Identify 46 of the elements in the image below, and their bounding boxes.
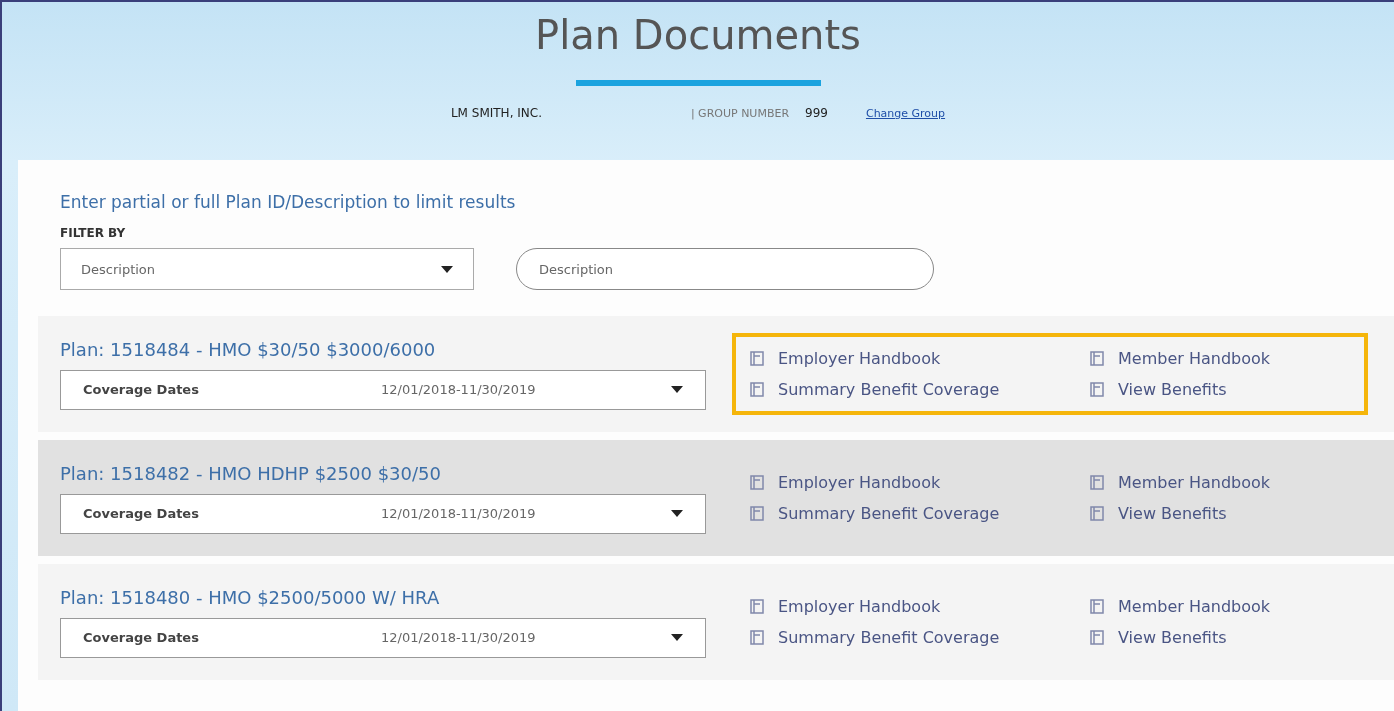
caret-icon <box>671 510 683 517</box>
group-number: 999 <box>805 106 828 120</box>
document-link[interactable]: Member Handbook <box>1090 597 1350 616</box>
group-number-label: | GROUP NUMBER <box>690 106 790 120</box>
document-link[interactable]: Member Handbook <box>1090 473 1350 492</box>
page-title: Plan Documents <box>535 12 861 58</box>
plan-title: Plan: 1518480 - HMO $2500/5000 W/ HRA <box>60 586 441 608</box>
document-link[interactable]: Summary Benefit Coverage <box>750 504 1090 523</box>
document-link[interactable]: Employer Handbook <box>750 349 1090 368</box>
search-field[interactable]: Description <box>516 248 934 290</box>
document-icon <box>1090 599 1104 614</box>
document-link[interactable]: Member Handbook <box>1090 349 1350 368</box>
coverage-dates-select[interactable]: Coverage Dates 12/01/2018-11/30/2019 <box>60 493 706 534</box>
document-icon <box>1090 630 1104 645</box>
coverage-dates-select[interactable]: Coverage Dates 12/01/2018-11/30/2019 <box>60 369 706 410</box>
document-link[interactable]: Employer Handbook <box>750 473 1090 492</box>
document-icon <box>1090 475 1104 490</box>
filter-hint: Enter partial or full Plan ID/Description to limit results <box>60 192 517 212</box>
plan-title: Plan: 1518482 - HMO HDHP $2500 $30/50 <box>60 462 442 484</box>
plan-row[interactable]: Plan: 1518484 - HMO $30/50 $3000/6000 Coverage Dates 12/01/2018-11/30/2019 Employer Handbook Member Handbook Summary Benefit Coverage View Benefits <box>38 316 1394 432</box>
caret-icon <box>441 265 453 273</box>
document-icon <box>750 475 764 490</box>
document-link[interactable]: Summary Benefit Coverage <box>750 380 1090 399</box>
document-icon <box>750 351 764 366</box>
document-link[interactable]: View Benefits <box>1090 504 1350 523</box>
document-icon <box>1090 382 1104 397</box>
document-icon <box>750 506 764 521</box>
plan-row[interactable]: Plan: 1518482 - HMO HDHP $2500 $30/50 Coverage Dates 12/01/2018-11/30/2019 Employer Handbook Member Handbook Summary Benefit Coverage View Benefits <box>38 440 1394 556</box>
document-icon <box>1090 506 1104 521</box>
filter-label: FILTER BY <box>60 226 127 240</box>
plan-row[interactable]: Plan: 1518480 - HMO $2500/5000 W/ HRA Coverage Dates 12/01/2018-11/30/2019 Employer Handbook Member Handbook Summary Benefit Coverage View Benefits <box>38 564 1394 680</box>
document-link[interactable]: View Benefits <box>1090 380 1350 399</box>
document-icon <box>750 630 764 645</box>
filter-select[interactable]: Description <box>60 248 474 290</box>
caret-icon <box>671 386 683 393</box>
document-link[interactable]: Summary Benefit Coverage <box>750 628 1090 647</box>
document-icon <box>1090 351 1104 366</box>
company-name: LM SMITH, INC. <box>450 106 543 120</box>
plan-title: Plan: 1518484 - HMO $30/50 $3000/6000 <box>60 338 437 360</box>
document-link[interactable]: Employer Handbook <box>750 597 1090 616</box>
change-group-link[interactable]: Change Group <box>865 106 946 120</box>
document-link[interactable]: View Benefits <box>1090 628 1350 647</box>
document-icon <box>750 382 764 397</box>
caret-icon <box>671 634 683 641</box>
document-icon <box>750 599 764 614</box>
coverage-dates-select[interactable]: Coverage Dates 12/01/2018-11/30/2019 <box>60 617 706 658</box>
